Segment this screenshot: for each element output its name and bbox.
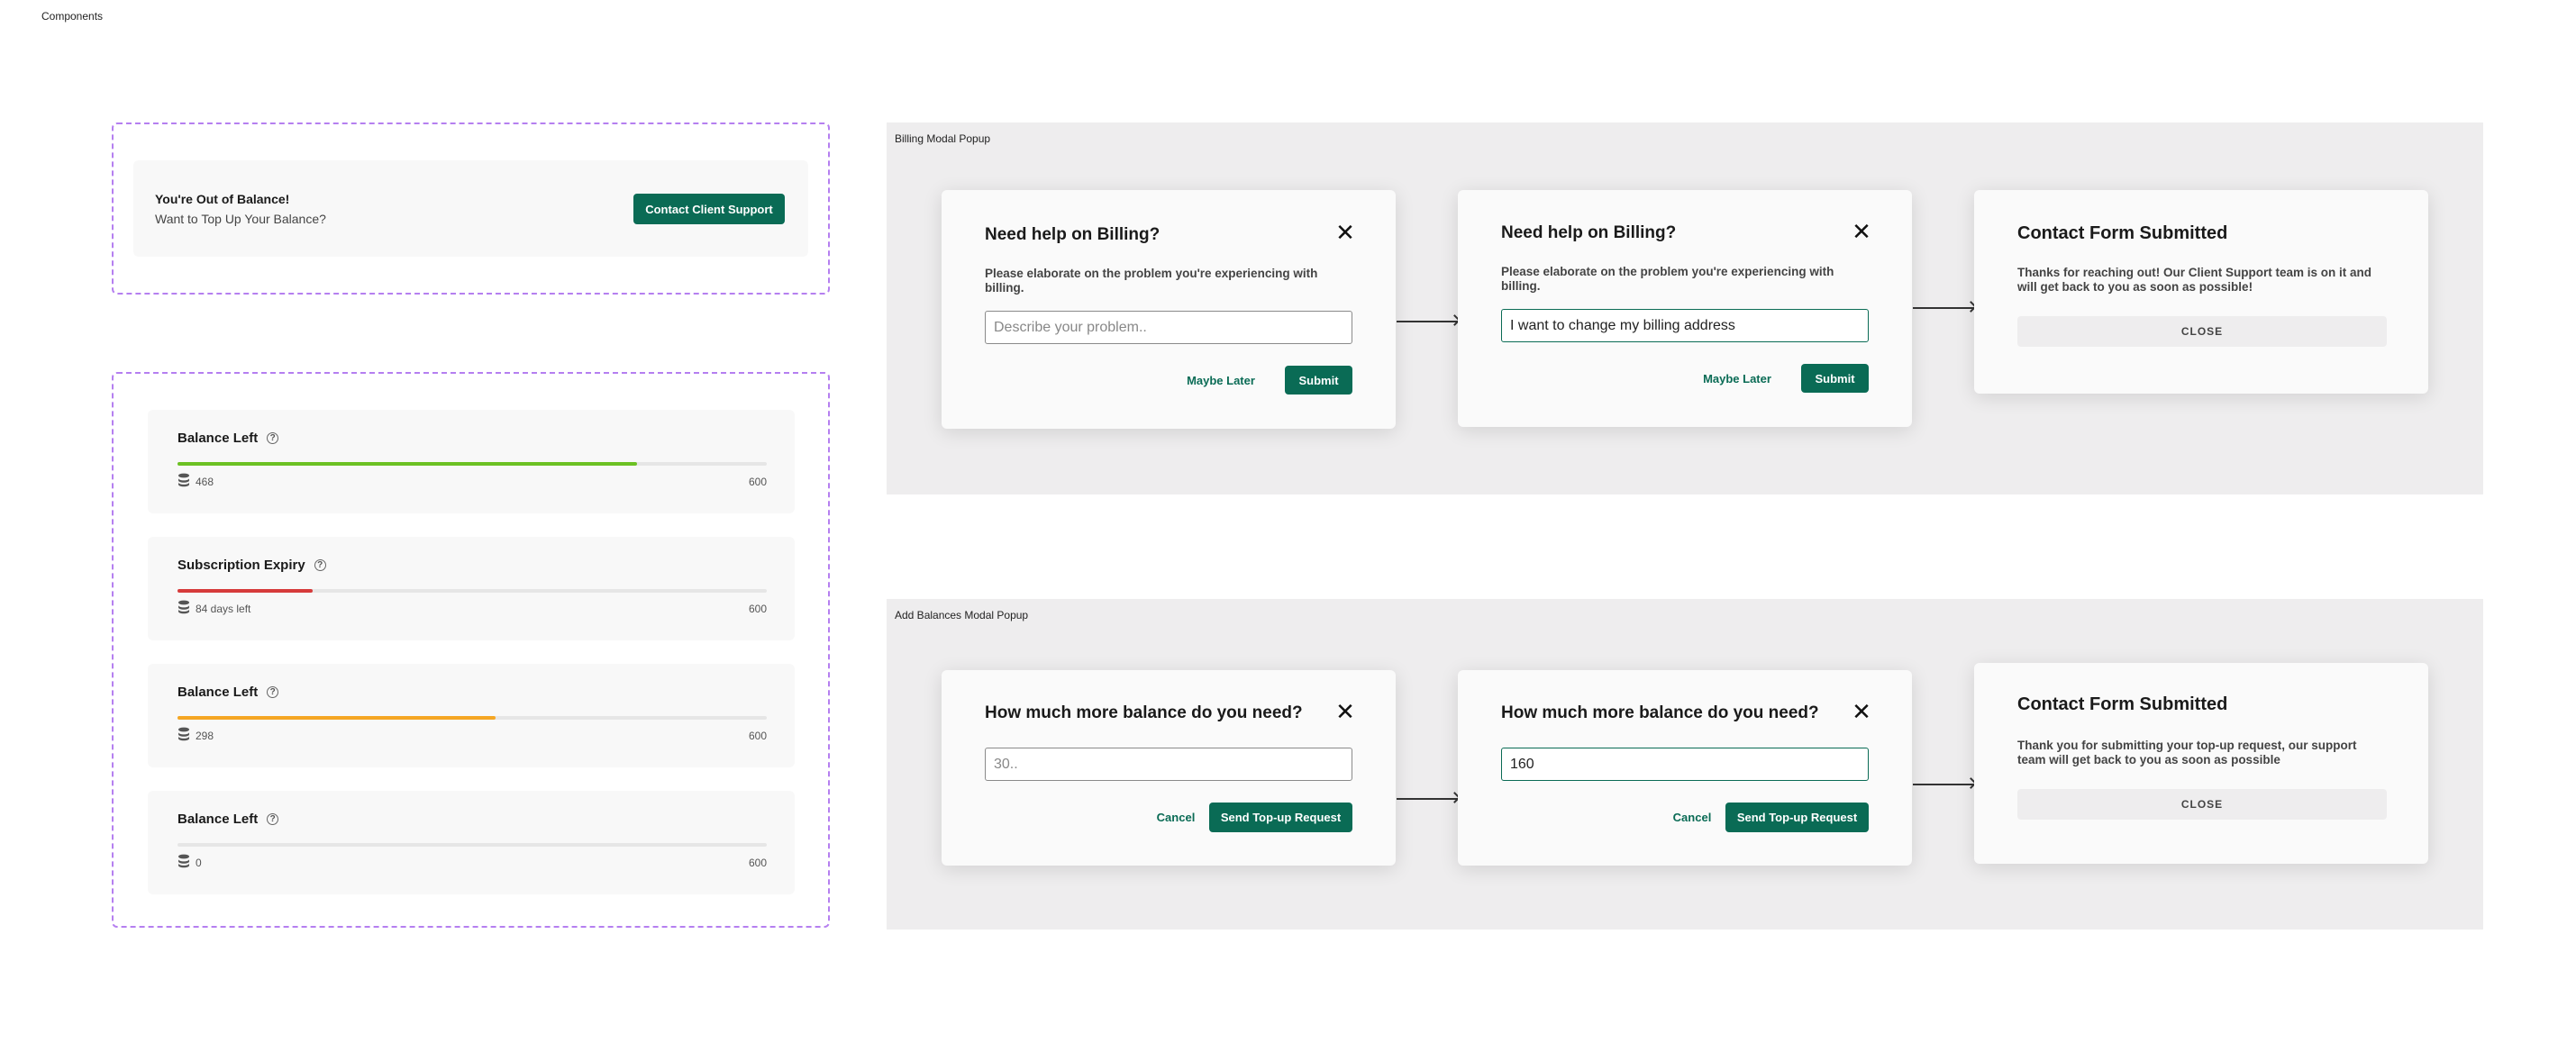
balance-amount-input[interactable]: [1501, 748, 1869, 781]
banner-title: You're Out of Balance!: [155, 192, 290, 206]
success-description: Thank you for submitting your top-up req…: [2017, 739, 2357, 766]
maybe-later-button[interactable]: Maybe Later: [1178, 366, 1264, 395]
balance-modal-title: How much more balance do you need?: [1501, 703, 1819, 722]
progress-fill: [177, 589, 313, 593]
balance-card-title: Balance Left ?: [177, 431, 279, 446]
balance-card: Balance Left ? 298 600: [148, 664, 795, 767]
banner-subtitle: Want to Top Up Your Balance?: [155, 212, 326, 226]
balance-modal-empty: How much more balance do you need? ✕ Can…: [942, 670, 1396, 866]
close-button[interactable]: CLOSE: [2017, 789, 2387, 820]
billing-success-modal: Contact Form Submitted Thanks for reachi…: [1974, 190, 2428, 394]
billing-problem-input[interactable]: [1501, 309, 1869, 342]
out-of-balance-banner: You're Out of Balance! Want to Top Up Yo…: [133, 160, 808, 257]
balance-card-max: 600: [748, 603, 767, 615]
balance-card-title: Subscription Expiry ?: [177, 558, 326, 573]
progress-fill: [177, 462, 637, 466]
balance-card-title-text: Balance Left: [177, 812, 259, 827]
billing-flow-label: Billing Modal Popup: [895, 132, 991, 145]
balance-card-value-text: 298: [196, 729, 214, 742]
stack-coins-icon: [177, 600, 190, 617]
balance-card-value: 0: [177, 854, 202, 871]
billing-modal-filled: Need help on Billing? ✕ Please elaborate…: [1458, 190, 1912, 427]
billing-problem-input[interactable]: [985, 311, 1352, 344]
help-circle-icon[interactable]: ?: [267, 813, 279, 825]
progress-track: [177, 843, 767, 847]
balance-card-value: 298: [177, 727, 214, 744]
balance-card: Subscription Expiry ? 84 days left 600: [148, 537, 795, 640]
billing-modal-empty: Need help on Billing? ✕ Please elaborate…: [942, 190, 1396, 429]
progress-track: [177, 716, 767, 720]
billing-modal-description: Please elaborate on the problem you're e…: [1501, 265, 1834, 293]
send-top-up-request-button[interactable]: Send Top-up Request: [1209, 803, 1352, 832]
flow-arrow: [1913, 784, 1974, 785]
balance-card-title: Balance Left ?: [177, 812, 279, 827]
help-circle-icon[interactable]: ?: [267, 432, 279, 444]
balance-card-value: 468: [177, 473, 214, 490]
close-icon[interactable]: ✕: [1851, 700, 1872, 724]
close-icon[interactable]: ✕: [1851, 220, 1872, 244]
balance-amount-input[interactable]: [985, 748, 1352, 781]
balance-modal-filled: How much more balance do you need? ✕ Can…: [1458, 670, 1912, 866]
cancel-button[interactable]: Cancel: [1647, 803, 1737, 832]
balance-card-title-text: Balance Left: [177, 685, 259, 700]
submit-button[interactable]: Submit: [1285, 366, 1352, 395]
balance-card-value-text: 0: [196, 856, 202, 869]
balance-card-max: 600: [748, 476, 767, 488]
balance-modal-title: How much more balance do you need?: [985, 703, 1303, 722]
contact-client-support-button[interactable]: Contact Client Support: [633, 194, 785, 224]
help-circle-icon[interactable]: ?: [314, 559, 326, 571]
progress-fill: [177, 716, 496, 720]
billing-modal-title: Need help on Billing?: [985, 225, 1161, 244]
billing-modal-title: Need help on Billing?: [1501, 223, 1677, 242]
close-icon[interactable]: ✕: [1334, 221, 1356, 245]
maybe-later-button[interactable]: Maybe Later: [1694, 364, 1780, 393]
balance-card-max: 600: [748, 857, 767, 869]
flow-arrow: [1397, 321, 1458, 322]
balance-card-title-text: Subscription Expiry: [177, 558, 305, 573]
balance-card-title-text: Balance Left: [177, 431, 259, 446]
submit-button[interactable]: Submit: [1801, 364, 1869, 393]
cancel-button[interactable]: Cancel: [1131, 803, 1221, 832]
close-icon[interactable]: ✕: [1334, 700, 1356, 724]
canvas-title: Components: [41, 10, 104, 23]
stack-coins-icon: [177, 473, 190, 490]
balance-flow-label: Add Balances Modal Popup: [895, 609, 1029, 621]
balance-card-value: 84 days left: [177, 600, 250, 617]
success-title: Contact Form Submitted: [2017, 694, 2228, 714]
balance-card-max: 600: [748, 730, 767, 742]
send-top-up-request-button[interactable]: Send Top-up Request: [1725, 803, 1869, 832]
progress-track: [177, 462, 767, 466]
stack-coins-icon: [177, 854, 190, 871]
balance-card-value-text: 84 days left: [196, 602, 251, 615]
flow-arrow: [1397, 798, 1458, 800]
flow-arrow: [1913, 307, 1974, 309]
balance-card: Balance Left ? 468 600: [148, 410, 795, 513]
balance-card-value-text: 468: [196, 475, 214, 488]
balance-success-modal: Contact Form Submitted Thank you for sub…: [1974, 663, 2428, 864]
help-circle-icon[interactable]: ?: [267, 686, 279, 698]
balance-card: Balance Left ? 0 600: [148, 791, 795, 894]
close-button[interactable]: CLOSE: [2017, 316, 2387, 347]
billing-modal-description: Please elaborate on the problem you're e…: [985, 267, 1318, 295]
success-title: Contact Form Submitted: [2017, 223, 2228, 243]
success-description: Thanks for reaching out! Our Client Supp…: [2017, 266, 2372, 294]
stack-coins-icon: [177, 727, 190, 744]
balance-card-title: Balance Left ?: [177, 685, 279, 700]
progress-track: [177, 589, 767, 593]
